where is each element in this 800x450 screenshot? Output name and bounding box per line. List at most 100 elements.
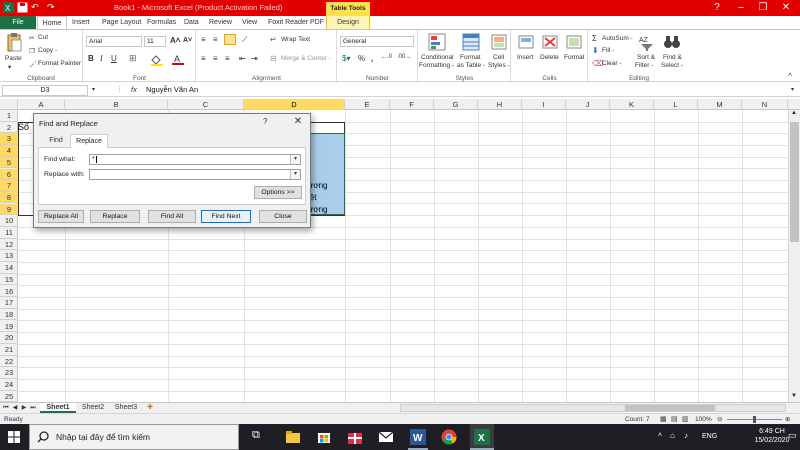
comma-icon[interactable]: , bbox=[371, 54, 373, 63]
column-header[interactable]: D bbox=[244, 99, 345, 110]
row-header[interactable]: 6 bbox=[0, 168, 18, 180]
dialog-help-icon[interactable]: ? bbox=[263, 117, 267, 126]
column-header[interactable]: L bbox=[654, 99, 698, 110]
row-header[interactable]: 14 bbox=[0, 262, 18, 274]
row-header[interactable]: 12 bbox=[0, 239, 18, 251]
font-color-icon[interactable]: A bbox=[172, 53, 184, 66]
row-header[interactable]: 16 bbox=[0, 286, 18, 297]
undo-icon[interactable]: ↶ bbox=[31, 2, 42, 13]
normal-view-icon[interactable]: ▦ bbox=[660, 415, 667, 423]
row-header[interactable]: 17 bbox=[0, 297, 18, 309]
row-header[interactable]: 19 bbox=[0, 321, 18, 333]
taskbar-search-box[interactable]: Nhập tại đây để tìm kiếm bbox=[29, 424, 239, 450]
format-as-table-button[interactable]: Format bbox=[460, 54, 481, 61]
row-header[interactable]: 25 bbox=[0, 391, 18, 403]
sheet-tab-sheet3[interactable]: Sheet3 bbox=[110, 403, 142, 413]
row-header[interactable]: 20 bbox=[0, 332, 18, 344]
name-box-dropdown-icon[interactable]: ▾ bbox=[92, 86, 95, 93]
store-icon[interactable] bbox=[316, 429, 332, 445]
find-dropdown-icon[interactable]: ▾ bbox=[290, 155, 300, 164]
cell-styles-button-2[interactable]: Styles - bbox=[488, 62, 510, 69]
column-header[interactable]: G bbox=[434, 99, 478, 110]
language-indicator[interactable]: ENG bbox=[702, 433, 717, 440]
row-header[interactable]: 15 bbox=[0, 274, 18, 286]
percent-icon[interactable]: % bbox=[358, 54, 365, 63]
find-next-button[interactable]: Find Next bbox=[201, 210, 251, 223]
chrome-icon[interactable] bbox=[441, 429, 457, 445]
insert-function-icon[interactable]: fx bbox=[131, 85, 137, 94]
sheet-tab-sheet1[interactable]: Sheet1 bbox=[40, 403, 76, 413]
task-view-icon[interactable]: ⧉ bbox=[252, 429, 268, 445]
horizontal-scrollbar[interactable] bbox=[400, 404, 786, 412]
row-header[interactable]: 2 bbox=[0, 122, 18, 134]
close-window-button[interactable]: ✕ bbox=[775, 1, 797, 15]
volume-icon[interactable]: ♪ bbox=[684, 431, 688, 440]
cut-button[interactable]: Cut bbox=[38, 34, 48, 41]
add-sheet-icon[interactable]: ✚ bbox=[144, 403, 156, 413]
decrease-indent-icon[interactable]: ⇤ bbox=[239, 54, 246, 63]
cell-styles-button[interactable]: Cell bbox=[493, 54, 504, 61]
replace-with-input[interactable]: ▾ bbox=[89, 169, 301, 180]
cell-a2[interactable]: Số bbox=[18, 122, 29, 132]
column-header[interactable]: H bbox=[478, 99, 522, 110]
first-sheet-icon[interactable]: ⏮ bbox=[2, 403, 10, 413]
fill-color-icon[interactable] bbox=[150, 54, 164, 66]
conditional-formatting-button[interactable]: Conditional bbox=[421, 54, 454, 61]
increase-decimal-icon[interactable]: ←.0 bbox=[381, 54, 392, 60]
paste-button[interactable]: Paste bbox=[5, 55, 22, 62]
mail-icon[interactable] bbox=[378, 429, 394, 445]
next-sheet-icon[interactable]: ▶ bbox=[20, 403, 28, 413]
row-header[interactable]: 10 bbox=[0, 215, 18, 227]
scroll-down-icon[interactable]: ▼ bbox=[791, 393, 797, 399]
column-header[interactable]: I bbox=[522, 99, 566, 110]
format-painter-button[interactable]: Format Painter bbox=[38, 60, 81, 67]
align-left-icon[interactable]: ≡ bbox=[201, 54, 206, 63]
format-as-table-button-2[interactable]: as Table - bbox=[457, 62, 485, 69]
show-hidden-icons-icon[interactable]: ˄ bbox=[658, 432, 662, 439]
grow-font-icon[interactable]: A˄ bbox=[170, 36, 180, 45]
insert-cells-icon[interactable] bbox=[518, 33, 534, 51]
row-header[interactable]: 18 bbox=[0, 309, 18, 321]
align-middle-icon[interactable]: ≡ bbox=[213, 35, 218, 44]
row-header[interactable]: 3 bbox=[0, 133, 18, 145]
autosum-button[interactable]: AutoSum - bbox=[602, 35, 633, 42]
delete-cells-icon[interactable] bbox=[542, 33, 558, 51]
row-header[interactable]: 5 bbox=[0, 156, 18, 169]
vertical-scrollbar[interactable]: ▲ ▼ bbox=[788, 110, 800, 402]
replace-button[interactable]: Replace bbox=[90, 210, 140, 223]
row-header[interactable]: 22 bbox=[0, 356, 18, 368]
italic-icon[interactable]: I bbox=[100, 54, 103, 63]
delete-button[interactable]: Delete bbox=[540, 54, 559, 61]
number-format-select[interactable]: General bbox=[340, 36, 414, 47]
zoom-in-icon[interactable]: ⊕ bbox=[785, 415, 790, 423]
align-center-icon[interactable]: ≡ bbox=[213, 54, 218, 63]
increase-indent-icon[interactable]: ⇥ bbox=[251, 54, 258, 63]
network-icon[interactable]: ⌂ bbox=[670, 431, 675, 440]
sort-filter-icon[interactable]: AZ bbox=[639, 33, 655, 51]
sheet-tab-sheet2[interactable]: Sheet2 bbox=[78, 403, 108, 413]
tab-insert[interactable]: Insert bbox=[72, 16, 90, 29]
column-header[interactable]: A bbox=[18, 99, 65, 110]
row-header[interactable]: 21 bbox=[0, 344, 18, 356]
collapse-ribbon-icon[interactable]: ˄ bbox=[788, 72, 792, 79]
underline-icon[interactable]: U bbox=[111, 54, 117, 63]
tab-foxit[interactable]: Foxit Reader PDF bbox=[268, 16, 324, 29]
scroll-up-icon[interactable]: ▲ bbox=[791, 110, 797, 116]
find-all-button[interactable]: Find All bbox=[148, 210, 196, 223]
cell-styles-icon[interactable] bbox=[491, 33, 507, 51]
page-layout-view-icon[interactable]: ▤ bbox=[671, 415, 678, 423]
save-icon[interactable] bbox=[17, 2, 28, 13]
bold-icon[interactable]: B bbox=[88, 54, 94, 63]
windows-start-icon[interactable] bbox=[8, 431, 20, 443]
sort-filter-button[interactable]: Sort & bbox=[637, 54, 655, 61]
name-box[interactable]: D3 bbox=[2, 85, 88, 96]
column-header[interactable]: N bbox=[742, 99, 788, 110]
decrease-decimal-icon[interactable]: .00→ bbox=[397, 54, 411, 60]
notifications-icon[interactable]: ▭ bbox=[788, 430, 797, 441]
conditional-formatting-button-2[interactable]: Formatting - bbox=[419, 62, 454, 69]
column-header[interactable]: C bbox=[168, 99, 244, 110]
shrink-font-icon[interactable]: A˅ bbox=[183, 37, 192, 44]
replace-dropdown-icon[interactable]: ▾ bbox=[290, 170, 300, 179]
row-header[interactable]: 24 bbox=[0, 379, 18, 391]
last-sheet-icon[interactable]: ⏭ bbox=[29, 403, 37, 413]
